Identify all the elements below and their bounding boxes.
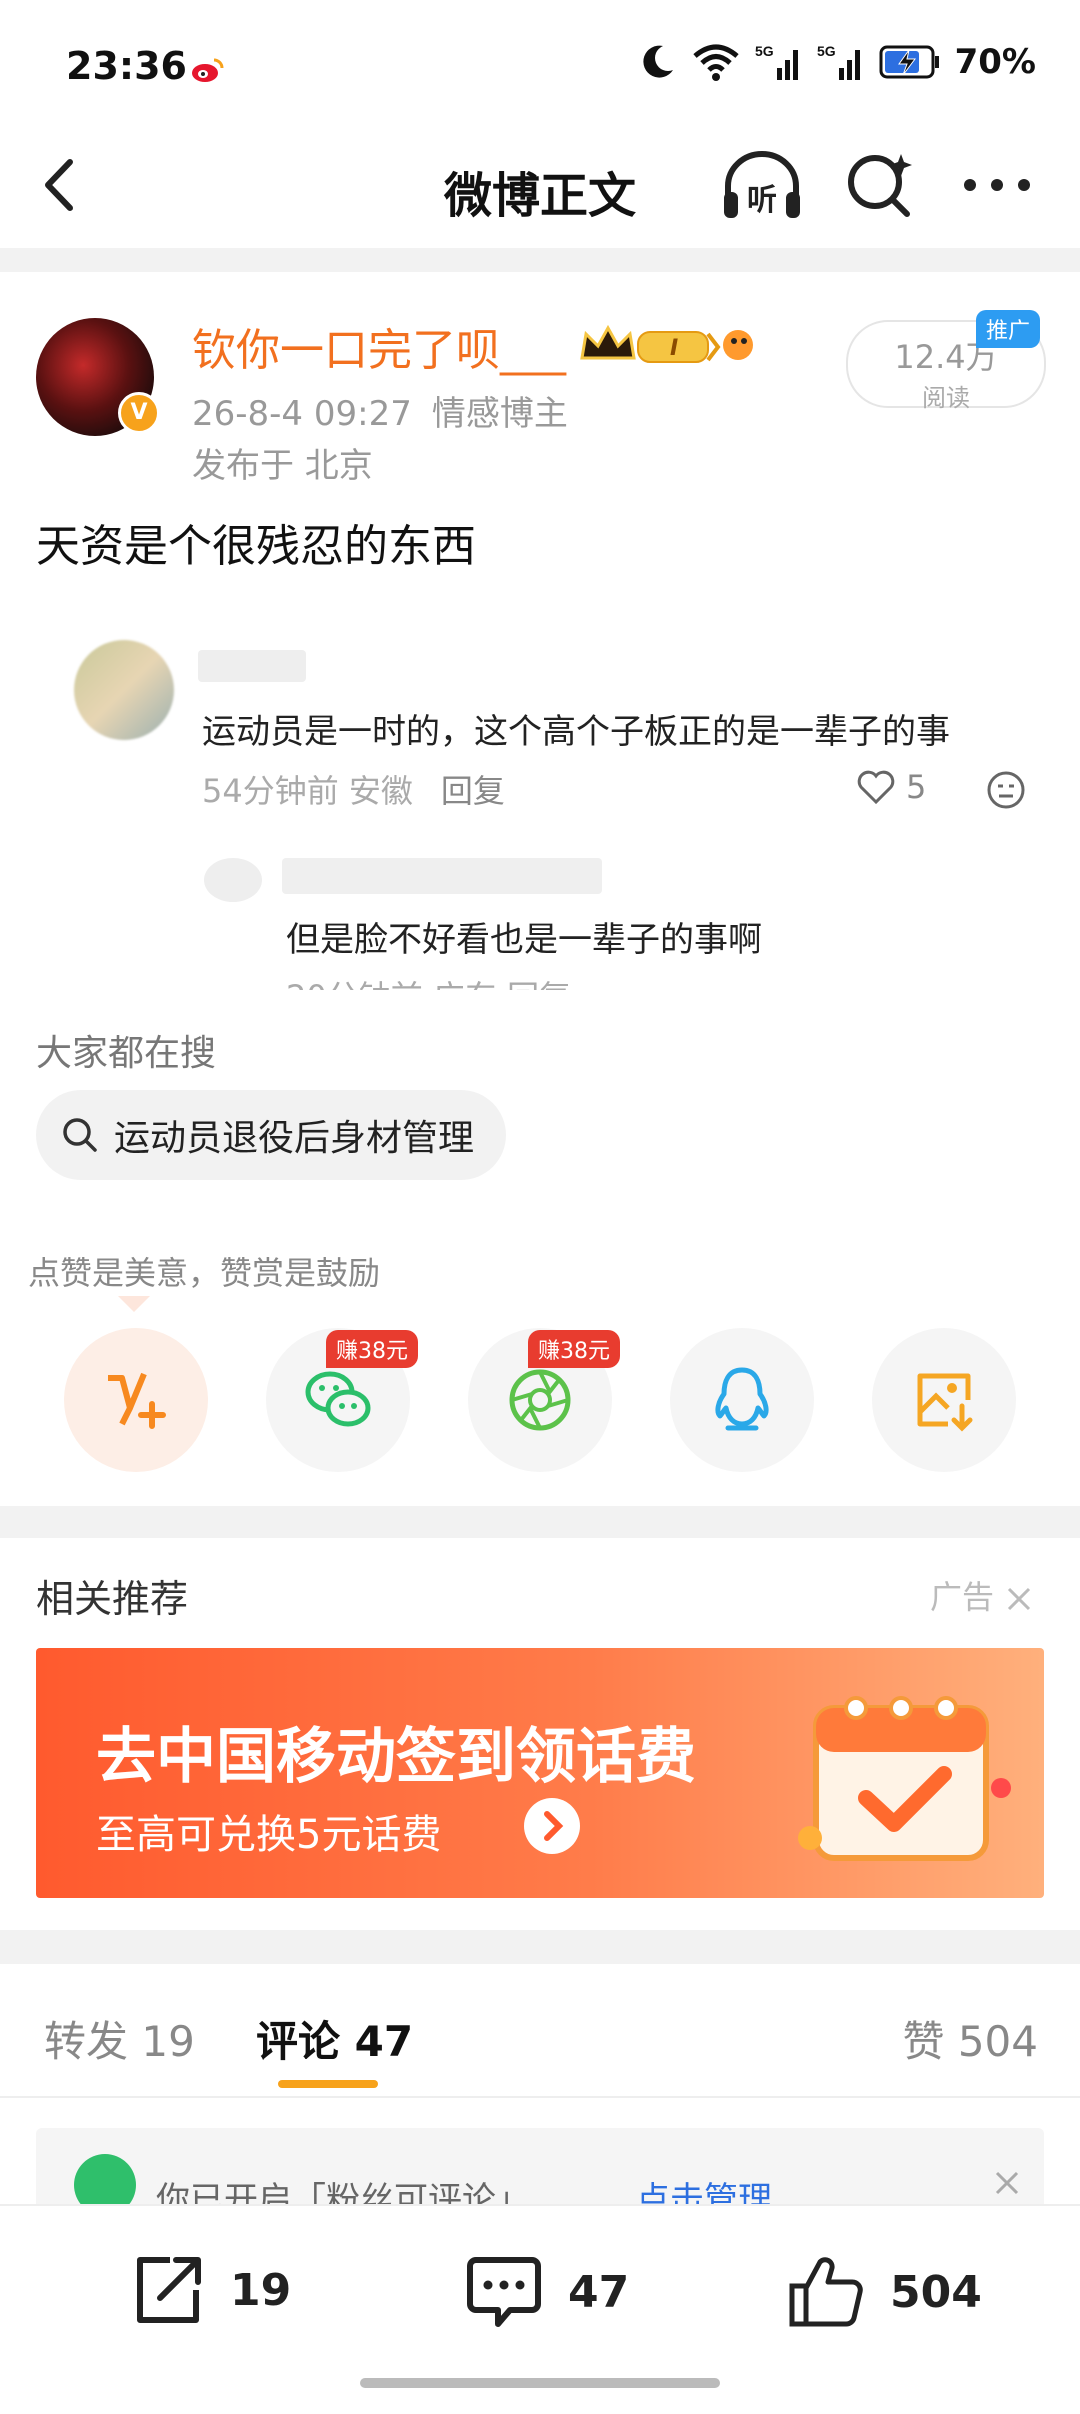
- tip-arrow: [118, 1296, 150, 1312]
- emoji-face-icon: [987, 771, 1025, 809]
- comment-count: 47: [568, 2266, 630, 2318]
- more-button[interactable]: [962, 170, 1032, 200]
- earn-badge-moments: 赚38元: [528, 1330, 620, 1368]
- earn-badge-wechat: 赚38元: [326, 1330, 418, 1368]
- reward-button[interactable]: [64, 1328, 208, 1472]
- tab-repost-count: 19: [141, 2017, 195, 2066]
- heart-icon: [857, 770, 895, 805]
- active-tab-indicator: [278, 2080, 378, 2088]
- post-body: 天资是个很残忍的东西: [36, 521, 476, 572]
- tab-comment[interactable]: 评论 47: [256, 2008, 413, 2069]
- ad-headline: 去中国移动签到领话费: [96, 1722, 696, 1792]
- status-icons: 5G 5G 70%: [637, 42, 1036, 82]
- author-type: 情感博主: [431, 394, 568, 434]
- comment-emoji-button[interactable]: [986, 770, 1026, 810]
- image-download-icon: [917, 1373, 973, 1432]
- notice-manage-link[interactable]: 点击管理: [636, 2172, 772, 2208]
- reply-text: 但是脸不好看也是一辈子的事啊: [286, 920, 762, 960]
- wifi-icon: [692, 44, 739, 81]
- hot-search-query: 运动员退役后身材管理: [114, 1118, 475, 1159]
- member-badge-icon: I: [578, 320, 758, 370]
- tab-like-label: 赞: [902, 2017, 945, 2066]
- comment-author-blurred: [198, 650, 306, 682]
- signal-5g-icon-1: 5G: [755, 43, 798, 80]
- repost-count: 19: [230, 2264, 292, 2316]
- notice-text: 你已开启「粉丝可评论」: [156, 2180, 530, 2208]
- comment-bubble-icon: [467, 2257, 541, 2327]
- svg-text:I: I: [670, 336, 678, 361]
- search-button[interactable]: [845, 150, 915, 220]
- close-icon: [1008, 1587, 1031, 1611]
- comment-meta: 54分钟前 安徽 回复: [202, 766, 505, 812]
- post-location: 发布于 北京: [192, 446, 373, 486]
- tab-comment-count: 47: [354, 2017, 414, 2066]
- reply-author-blurred: [282, 858, 602, 894]
- ad-arrow-icon: [524, 1798, 580, 1854]
- related-title: 相关推荐: [36, 1577, 189, 1621]
- ad-banner[interactable]: 去中国移动签到领话费 至高可兑换5元话费: [36, 1648, 1044, 1898]
- ad-label: 广告: [930, 1578, 995, 1616]
- repost-button[interactable]: 19: [130, 2252, 291, 2328]
- comment-like-button[interactable]: 5: [856, 768, 926, 806]
- promo-tag: 推广: [976, 310, 1041, 348]
- share-qq-button[interactable]: [670, 1328, 814, 1472]
- post-meta: 26-8-4 09:27 情感博主: [192, 386, 568, 435]
- notice-close-icon[interactable]: [992, 2168, 1022, 2198]
- battery-icon: [879, 45, 939, 79]
- status-time: 23:36: [66, 44, 187, 88]
- divider: [0, 990, 1080, 998]
- headphones-icon: 听: [724, 151, 800, 218]
- qq-penguin-icon: [715, 1367, 769, 1431]
- share-arrow-icon: [137, 2257, 201, 2323]
- comment-like-count: 5: [906, 768, 927, 806]
- comment-permission-notice: 你已开启「粉丝可评论」 点击管理: [36, 2128, 1044, 2208]
- verified-badge: V: [118, 392, 160, 434]
- reply-time: 20分钟前 广东: [286, 978, 497, 990]
- save-image-button[interactable]: [872, 1328, 1016, 1472]
- tab-like-count: 504: [957, 2017, 1038, 2066]
- home-indicator[interactable]: [360, 2378, 720, 2388]
- calendar-check-icon: [796, 1668, 1016, 1888]
- tab-like[interactable]: 赞 504: [902, 2008, 1038, 2069]
- signal-5g-icon-2: 5G: [817, 43, 860, 80]
- read-count-label: 阅读: [922, 384, 970, 412]
- svg-text:听: 听: [747, 183, 777, 218]
- comment-button[interactable]: 47: [464, 2252, 629, 2332]
- svg-text:5G: 5G: [755, 43, 774, 59]
- ad-close-button[interactable]: 广告: [930, 1572, 1034, 1618]
- hot-search-heading: 大家都在搜: [36, 1033, 217, 1074]
- author-name[interactable]: 钦你一口完了呗___: [192, 314, 566, 378]
- wechat-icon: [305, 1371, 371, 1427]
- tab-repost[interactable]: 转发 19: [44, 2008, 195, 2069]
- listen-button[interactable]: 听: [720, 148, 804, 224]
- v-plus-icon: [108, 1372, 166, 1429]
- weibo-notification-icon: [190, 56, 224, 84]
- post-date: 26-8-4 09:27: [192, 394, 412, 434]
- ad-subline: 至高可兑换5元话费: [96, 1812, 442, 1858]
- thumbs-up-icon: [789, 2257, 863, 2327]
- moon-icon: [642, 45, 673, 78]
- like-count: 504: [890, 2266, 982, 2318]
- tab-comment-label: 评论: [256, 2017, 341, 2066]
- reply-reply-button[interactable]: 回复: [507, 978, 571, 990]
- comment-avatar[interactable]: [74, 640, 174, 740]
- comment-time: 54分钟前 安徽: [202, 772, 413, 810]
- comment-text: 运动员是一时的，这个高个子板正的是一辈子的事: [202, 712, 950, 752]
- reply-avatar[interactable]: [204, 858, 262, 902]
- battery-percent: 70%: [954, 42, 1036, 82]
- appreciate-tip: 点赞是美意，赞赏是鼓励: [28, 1254, 381, 1292]
- search-icon: [63, 1118, 97, 1152]
- reply-button[interactable]: 回复: [441, 772, 505, 810]
- like-button[interactable]: 504: [786, 2252, 982, 2332]
- page-title: 微博正文: [443, 168, 636, 224]
- tab-repost-label: 转发: [44, 2017, 129, 2066]
- svg-text:5G: 5G: [817, 43, 836, 59]
- more-dots-icon: [964, 179, 1030, 191]
- reply-meta: 20分钟前 广东 回复: [286, 972, 571, 990]
- shield-icon: [74, 2154, 136, 2208]
- hot-search-chip[interactable]: 运动员退役后身材管理: [36, 1090, 507, 1180]
- search-icon: [848, 154, 912, 217]
- tab-divider: [0, 2096, 1080, 2098]
- moments-aperture-icon: [509, 1369, 571, 1431]
